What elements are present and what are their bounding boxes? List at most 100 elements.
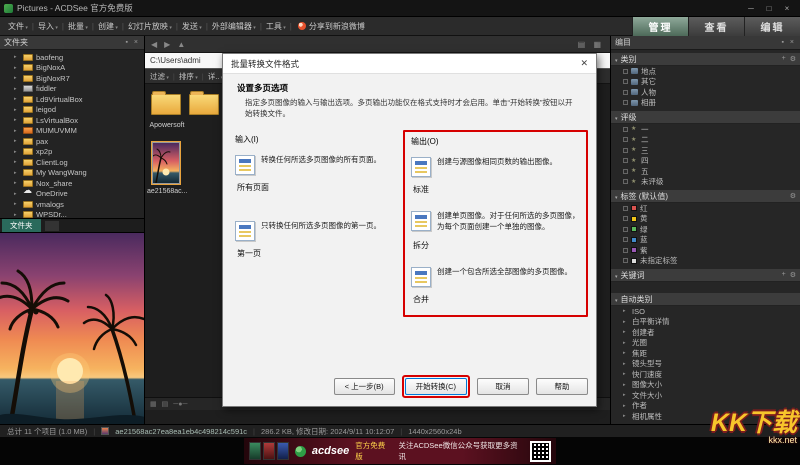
dialog-close-button[interactable]: ✕: [580, 58, 588, 69]
menu-external-editor[interactable]: 外部编辑器: [208, 21, 260, 32]
catalog-item[interactable]: 相册: [611, 98, 800, 109]
folder-tree-item[interactable]: vmalogs: [0, 199, 144, 210]
up-icon[interactable]: ▲: [177, 40, 185, 49]
select-icon[interactable]: ▦: [150, 400, 157, 408]
expand-icon[interactable]: [14, 180, 20, 186]
folder-tree-item[interactable]: MUMUVMM: [0, 126, 144, 137]
sort-dropdown[interactable]: 排序: [179, 71, 198, 82]
folder-tree-item[interactable]: fiddler: [0, 84, 144, 95]
expand-icon[interactable]: [623, 350, 629, 356]
section-keywords[interactable]: 关键词: [611, 269, 800, 282]
option-name[interactable]: 所有页面: [237, 182, 393, 193]
expand-icon[interactable]: [623, 371, 629, 377]
auto-category-item[interactable]: 快门速度: [611, 369, 800, 380]
expand-icon[interactable]: [14, 138, 20, 144]
folder-tree-item[interactable]: pax: [0, 136, 144, 147]
expand-icon[interactable]: [14, 75, 20, 81]
expand-icon[interactable]: [14, 107, 20, 113]
folder-thumbnail[interactable]: [151, 94, 181, 115]
folder-tree-item[interactable]: baofeng: [0, 52, 144, 63]
expand-icon[interactable]: [14, 201, 20, 207]
section-categories[interactable]: 类别: [611, 53, 800, 66]
collapse-icon[interactable]: [615, 113, 618, 122]
auto-category-item[interactable]: 焦距: [611, 348, 800, 359]
checkbox[interactable]: [623, 79, 628, 84]
folder-tree-item[interactable]: BigNoxR7: [0, 73, 144, 84]
folder-tree-item[interactable]: BigNoxA: [0, 63, 144, 74]
folder-tree-item[interactable]: Ld9VirtualBox: [0, 94, 144, 105]
auto-category-item[interactable]: ISO: [611, 306, 800, 317]
option-first-page[interactable]: 只转换任何所选多页图像的第一页。 第一页: [235, 221, 393, 259]
catalog-item[interactable]: 其它: [611, 77, 800, 88]
expand-icon[interactable]: [14, 54, 20, 60]
help-button[interactable]: 帮助: [536, 378, 588, 395]
menu-batch[interactable]: 批量: [64, 21, 92, 32]
filter-dropdown[interactable]: 过滤: [150, 71, 169, 82]
folder-thumbnail[interactable]: [189, 94, 219, 115]
option-all-pages[interactable]: 转换任何所选多页图像的所有页面。 所有页面: [235, 155, 393, 193]
checkbox[interactable]: [623, 148, 628, 153]
expand-icon[interactable]: [14, 212, 20, 218]
zoom-icon[interactable]: ─●─: [173, 401, 187, 408]
add-icon[interactable]: [782, 271, 786, 279]
pane-tab-icon[interactable]: [45, 221, 59, 231]
section-ratings[interactable]: 评级: [611, 111, 800, 124]
label-item[interactable]: 红: [611, 203, 800, 214]
expand-icon[interactable]: [14, 128, 20, 134]
auto-category-item[interactable]: 光圈: [611, 338, 800, 349]
folder-tree-item[interactable]: LsVirtualBox: [0, 115, 144, 126]
cancel-button[interactable]: 取消: [477, 378, 529, 395]
auto-category-item[interactable]: 白平衡详情: [611, 317, 800, 328]
expand-icon[interactable]: [623, 319, 629, 325]
menu-slideshow[interactable]: 幻灯片放映: [124, 21, 176, 32]
collapse-icon[interactable]: [615, 295, 618, 304]
view-mode-icons[interactable]: ▤ ▦: [578, 40, 604, 49]
folder-tree-item[interactable]: WPSDr...: [0, 210, 144, 219]
deselect-icon[interactable]: ▤: [162, 400, 169, 408]
menu-create[interactable]: 创建: [94, 21, 122, 32]
rating-item[interactable]: 五: [611, 166, 800, 177]
gear-icon[interactable]: [790, 271, 796, 279]
expand-icon[interactable]: [14, 191, 20, 197]
ad-banner[interactable]: acdsee 官方免费版 关注ACDSee微信公众号获取更多资讯: [244, 438, 556, 464]
checkbox[interactable]: [623, 248, 628, 253]
expand-icon[interactable]: [14, 86, 20, 92]
label-item[interactable]: 黄: [611, 214, 800, 225]
checkbox[interactable]: [623, 206, 628, 211]
option-name[interactable]: 第一页: [237, 248, 393, 259]
folder-tree-item[interactable]: xp2p: [0, 147, 144, 158]
label-item[interactable]: 绿: [611, 224, 800, 235]
menu-import[interactable]: 导入: [34, 21, 62, 32]
expand-icon[interactable]: [623, 413, 629, 419]
auto-category-item[interactable]: 图像大小: [611, 380, 800, 391]
expand-icon[interactable]: [14, 65, 20, 71]
checkbox[interactable]: [623, 258, 628, 263]
minimize-button[interactable]: ─: [742, 4, 760, 13]
checkbox[interactable]: [623, 179, 628, 184]
label-item[interactable]: 蓝: [611, 235, 800, 246]
expand-icon[interactable]: [14, 159, 20, 165]
tab-folders-pane[interactable]: 文件夹: [2, 219, 41, 232]
maximize-button[interactable]: □: [760, 4, 778, 13]
section-labels[interactable]: 标签 (默认值): [611, 190, 800, 203]
expand-icon[interactable]: [623, 392, 629, 398]
checkbox[interactable]: [623, 158, 628, 163]
option-name[interactable]: 拆分: [413, 240, 580, 251]
catalog-item[interactable]: 人物: [611, 87, 800, 98]
back-icon[interactable]: ◀: [151, 40, 157, 49]
expand-icon[interactable]: [14, 96, 20, 102]
dialog-titlebar[interactable]: 批量转换文件格式 ✕: [223, 54, 596, 74]
expand-icon[interactable]: [623, 361, 629, 367]
expand-icon[interactable]: [623, 329, 629, 335]
tab-edit[interactable]: 编辑: [744, 17, 800, 36]
rating-item[interactable]: 四: [611, 156, 800, 167]
share-weibo-button[interactable]: 分享到新浪微博: [298, 21, 365, 32]
collapse-icon[interactable]: [615, 271, 618, 280]
checkbox[interactable]: [623, 137, 628, 142]
panel-pin-icon[interactable]: ▪ ×: [125, 39, 140, 46]
menu-tools[interactable]: 工具: [262, 21, 290, 32]
rating-item[interactable]: 三: [611, 145, 800, 156]
menu-send[interactable]: 发送: [178, 21, 206, 32]
detail-dropdown[interactable]: 详..: [208, 71, 224, 82]
expand-icon[interactable]: [623, 340, 629, 346]
